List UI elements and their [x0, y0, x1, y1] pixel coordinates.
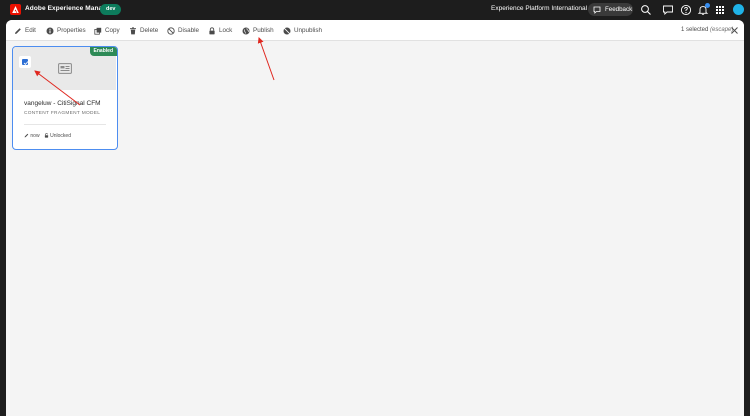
properties-button[interactable]: Properties: [46, 20, 86, 41]
env-badge: dev: [100, 4, 122, 15]
help-icon[interactable]: [680, 4, 692, 16]
pencil-icon: [15, 27, 21, 34]
card-select-checkbox[interactable]: [22, 59, 29, 66]
unlock-icon: [44, 133, 48, 138]
properties-label: Properties: [57, 27, 86, 34]
modified-time: now: [30, 133, 40, 139]
card-meta: now Unlocked: [24, 133, 71, 139]
content-fragment-model-card[interactable]: Enabled vangeluw - CitiSignal CFM CONTEN…: [12, 46, 118, 150]
close-icon[interactable]: [730, 26, 739, 35]
main-panel: Edit Properties Copy Delete Disable Lock…: [6, 20, 744, 416]
copy-icon: [94, 27, 102, 35]
action-bar: Edit Properties Copy Delete Disable Lock…: [6, 20, 744, 41]
pencil-icon: [24, 133, 29, 138]
lock-icon: [209, 26, 215, 34]
selected-count: 1 selected: [681, 27, 709, 33]
globe-off-icon: [283, 27, 291, 34]
search-icon[interactable]: [640, 4, 652, 16]
feedback-label: Feedback: [605, 6, 633, 13]
edit-button[interactable]: Edit: [14, 20, 36, 41]
org-switcher[interactable]: Experience Platform International: [491, 5, 587, 12]
apps-grid-icon[interactable]: [714, 4, 726, 16]
unpublish-button[interactable]: Unpublish: [283, 20, 322, 41]
delete-button[interactable]: Delete: [129, 20, 158, 41]
selection-info: 1 selected (escape): [681, 20, 733, 41]
checkmark-icon: [23, 61, 29, 66]
globe-icon: [242, 27, 250, 34]
feedback-icon: [593, 6, 601, 14]
edit-label: Edit: [25, 27, 36, 34]
feedback-button[interactable]: Feedback: [588, 3, 633, 16]
copy-label: Copy: [105, 27, 120, 34]
notification-dot: [705, 3, 710, 8]
status-badge: Enabled: [89, 47, 117, 56]
card-type: CONTENT FRAGMENT MODEL: [24, 111, 101, 116]
lock-button[interactable]: Lock: [208, 20, 232, 41]
publish-label: Publish: [253, 27, 274, 34]
card-divider: [24, 124, 106, 125]
unpublish-label: Unpublish: [294, 27, 323, 34]
disable-label: Disable: [178, 27, 199, 34]
lock-state: Unlocked: [50, 133, 71, 139]
disable-icon: [167, 26, 175, 35]
avatar[interactable]: [733, 4, 744, 15]
publish-button[interactable]: Publish: [242, 20, 274, 41]
chat-icon[interactable]: [662, 4, 674, 16]
adobe-logo-icon[interactable]: [10, 4, 21, 15]
shell-bar: Adobe Experience Manager dev Experience …: [0, 0, 750, 20]
trash-icon: [130, 26, 136, 34]
copy-button[interactable]: Copy: [94, 20, 120, 41]
disable-button[interactable]: Disable: [167, 20, 199, 41]
card-title: vangeluw - CitiSignal CFM: [24, 100, 101, 107]
content-fragment-model-icon: [58, 63, 72, 74]
delete-label: Delete: [140, 27, 159, 34]
info-icon: [46, 27, 54, 34]
lock-label: Lock: [219, 27, 233, 34]
